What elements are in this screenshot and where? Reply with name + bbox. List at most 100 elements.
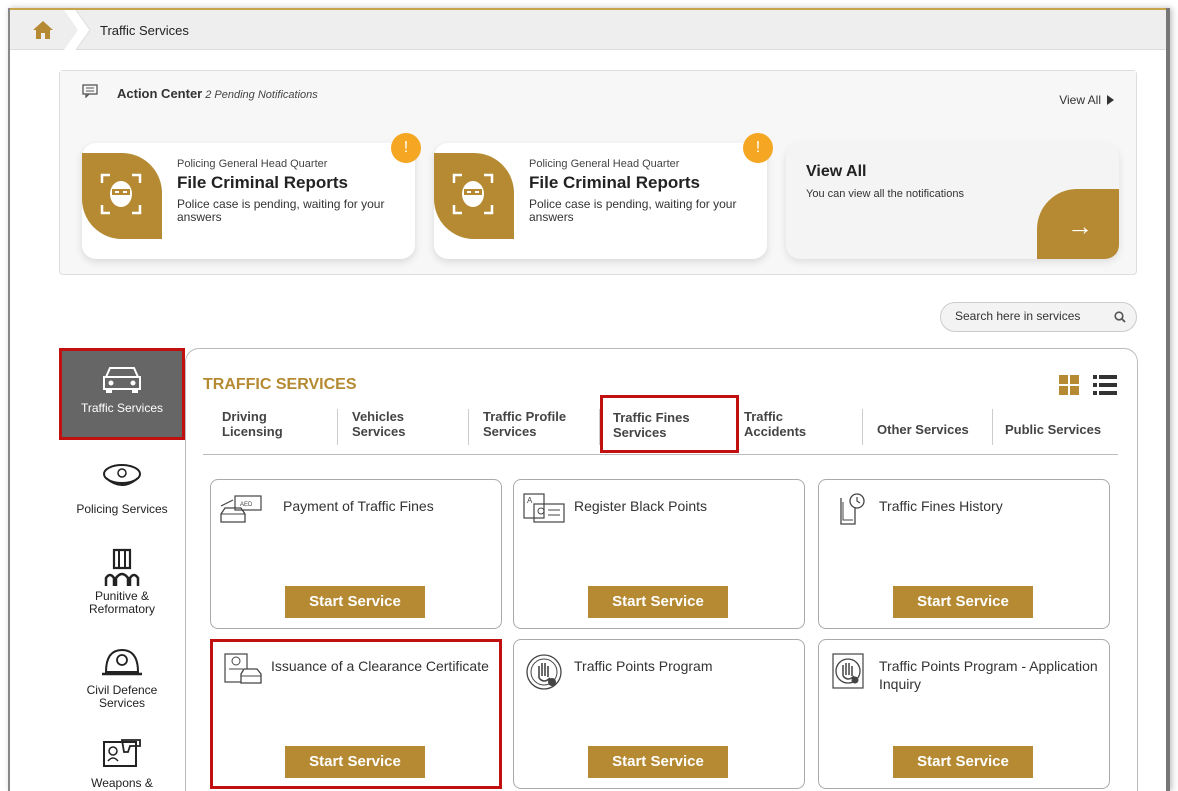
view-all-card-subtitle: You can view all the notifications	[806, 188, 964, 200]
breadcrumb-current[interactable]: Traffic Services	[100, 23, 189, 38]
tab-traffic-profile-services[interactable]: Traffic Profile Services	[483, 409, 566, 439]
arrow-right-icon: →	[1067, 211, 1093, 241]
service-card-traffic-points-program: Traffic Points Program Start Service	[513, 639, 805, 789]
grid-view-icon[interactable]	[1059, 375, 1079, 395]
notification-title: File Criminal Reports	[529, 173, 700, 192]
home-icon	[33, 21, 53, 39]
view-all-link[interactable]: View All	[1059, 93, 1114, 107]
sidebar-item-punitive-reformatory[interactable]: Punitive & Reformatory	[59, 546, 185, 616]
breadcrumb: Traffic Services	[10, 8, 1166, 50]
start-service-button[interactable]: Start Service	[285, 586, 425, 618]
tab-label-line2: Accidents	[744, 424, 807, 439]
tab-divider	[337, 409, 338, 445]
start-service-button[interactable]: Start Service	[893, 746, 1033, 778]
tab-label-line1: Vehicles	[352, 409, 405, 424]
action-center-header: Action Center 2 Pending Notifications Vie…	[60, 71, 1136, 116]
tab-label: Other Services	[877, 422, 969, 437]
tab-label-line2: Services	[613, 425, 667, 440]
service-card-register-black-points: A Register Black Points Start Service	[513, 479, 805, 629]
service-card-payment-of-traffic-fines: AED Payment of Traffic Fines Start Servi…	[210, 479, 502, 629]
home-link[interactable]	[10, 10, 91, 50]
tab-label-line2: Services	[483, 424, 537, 439]
police-cap-icon	[103, 464, 141, 486]
tab-divider	[468, 409, 469, 445]
tab-label-line1: Traffic Profile	[483, 409, 567, 424]
sidebar-item-label: Traffic Services	[80, 401, 164, 415]
chevron-right-icon	[64, 10, 91, 50]
action-center: Action Center 2 Pending Notifications Vie…	[59, 70, 1137, 275]
tab-label-line1: Traffic Fines	[613, 410, 690, 425]
service-label: Traffic Points Program	[574, 658, 713, 674]
pending-count: 2 Pending Notifications	[205, 89, 318, 101]
service-search[interactable]	[940, 302, 1137, 332]
panel-title: TRAFFIC SERVICES	[203, 376, 357, 393]
sidebar-item-label: Policing Services	[76, 502, 168, 516]
alert-icon: !	[743, 133, 773, 163]
id-card-icon: A	[523, 493, 565, 523]
sidebar-item-label: Weapons &	[91, 776, 153, 790]
tab-other-services[interactable]: Other Services	[877, 422, 969, 437]
tab-vehicles-services[interactable]: Vehicles Services	[352, 409, 406, 439]
start-service-button[interactable]: Start Service	[588, 586, 728, 618]
sidebar-item-policing-services[interactable]: Policing Services	[59, 462, 185, 516]
service-label: Register Black Points	[574, 498, 708, 514]
service-label: Traffic Fines History	[879, 498, 1003, 514]
sidebar-item-label: Civil Defence Services	[86, 683, 158, 710]
app-frame: Traffic Services Action Center 2 Pending …	[8, 8, 1170, 791]
fine-payment-icon: AED	[220, 495, 262, 523]
hand-stop-inquiry-icon	[832, 653, 864, 689]
tab-public-services[interactable]: Public Services	[1005, 422, 1101, 437]
tab-label-line2: Licensing	[222, 424, 283, 439]
triangle-right-icon	[1107, 95, 1114, 105]
start-service-button[interactable]: Start Service	[588, 746, 728, 778]
search-icon[interactable]	[1114, 311, 1126, 323]
masked-criminal-icon	[452, 173, 494, 215]
notification-desc: Police case is pending, waiting for your…	[177, 197, 385, 224]
tab-label-line1: Driving	[222, 409, 267, 424]
notification-title: File Criminal Reports	[177, 173, 348, 192]
history-document-icon	[840, 493, 865, 525]
tab-divider	[992, 409, 993, 445]
prison-icon	[104, 548, 140, 586]
tab-label: Public Services	[1005, 422, 1102, 437]
notification-org: Policing General Head Quarter	[177, 158, 328, 170]
services-panel: TRAFFIC SERVICES Driving Licensing Vehicl…	[185, 348, 1138, 791]
sidebar-item-traffic-services[interactable]: Traffic Services	[59, 348, 185, 440]
sidebar-item-weapons[interactable]: Weapons &	[59, 736, 185, 790]
tab-divider	[862, 409, 863, 445]
arrow-button[interactable]: →	[1037, 189, 1119, 259]
service-card-traffic-points-inquiry: Traffic Points Program - Application Inq…	[818, 639, 1110, 789]
notification-card[interactable]: Policing General Head Quarter File Crimi…	[82, 133, 421, 259]
tab-driving-licensing[interactable]: Driving Licensing	[222, 409, 283, 439]
notification-card[interactable]: Policing General Head Quarter File Crimi…	[434, 133, 773, 259]
svg-text:A: A	[527, 496, 533, 505]
view-all-card[interactable]: View All You can view all the notificati…	[786, 143, 1119, 259]
weapon-license-icon	[103, 739, 141, 767]
search-input[interactable]	[955, 309, 1105, 323]
masked-criminal-icon	[100, 173, 142, 215]
service-tabs: Driving Licensing Vehicles Services Traffi…	[203, 395, 1118, 455]
firefighter-helmet-icon	[102, 648, 142, 676]
start-service-button[interactable]: Start Service	[893, 586, 1033, 618]
tab-traffic-fines-services[interactable]: Traffic Fines Services	[600, 395, 739, 453]
list-view-icon[interactable]	[1093, 375, 1117, 395]
tab-label-line1: Traffic	[744, 409, 784, 424]
category-sidebar: Traffic Services Policing Services Punit…	[59, 348, 185, 791]
car-icon	[103, 367, 141, 393]
view-all-label: View All	[1059, 93, 1101, 107]
sidebar-item-civil-defence[interactable]: Civil Defence Services	[59, 644, 185, 710]
hand-stop-icon	[526, 654, 562, 690]
tab-label-line2: Services	[352, 424, 406, 439]
notification-org: Policing General Head Quarter	[529, 158, 680, 170]
action-center-title-text: Action Center	[117, 86, 203, 101]
chat-icon	[82, 84, 98, 98]
service-label: Payment of Traffic Fines	[283, 498, 434, 514]
service-label: Traffic Points Program - Application Inq…	[879, 658, 1098, 692]
highlight-annotation	[210, 639, 502, 789]
view-all-card-title: View All	[806, 163, 867, 180]
alert-icon: !	[391, 133, 421, 163]
tab-traffic-accidents[interactable]: Traffic Accidents	[744, 409, 806, 439]
svg-text:AED: AED	[240, 502, 253, 508]
view-toggle	[1059, 375, 1117, 395]
notification-desc: Police case is pending, waiting for your…	[529, 197, 737, 224]
